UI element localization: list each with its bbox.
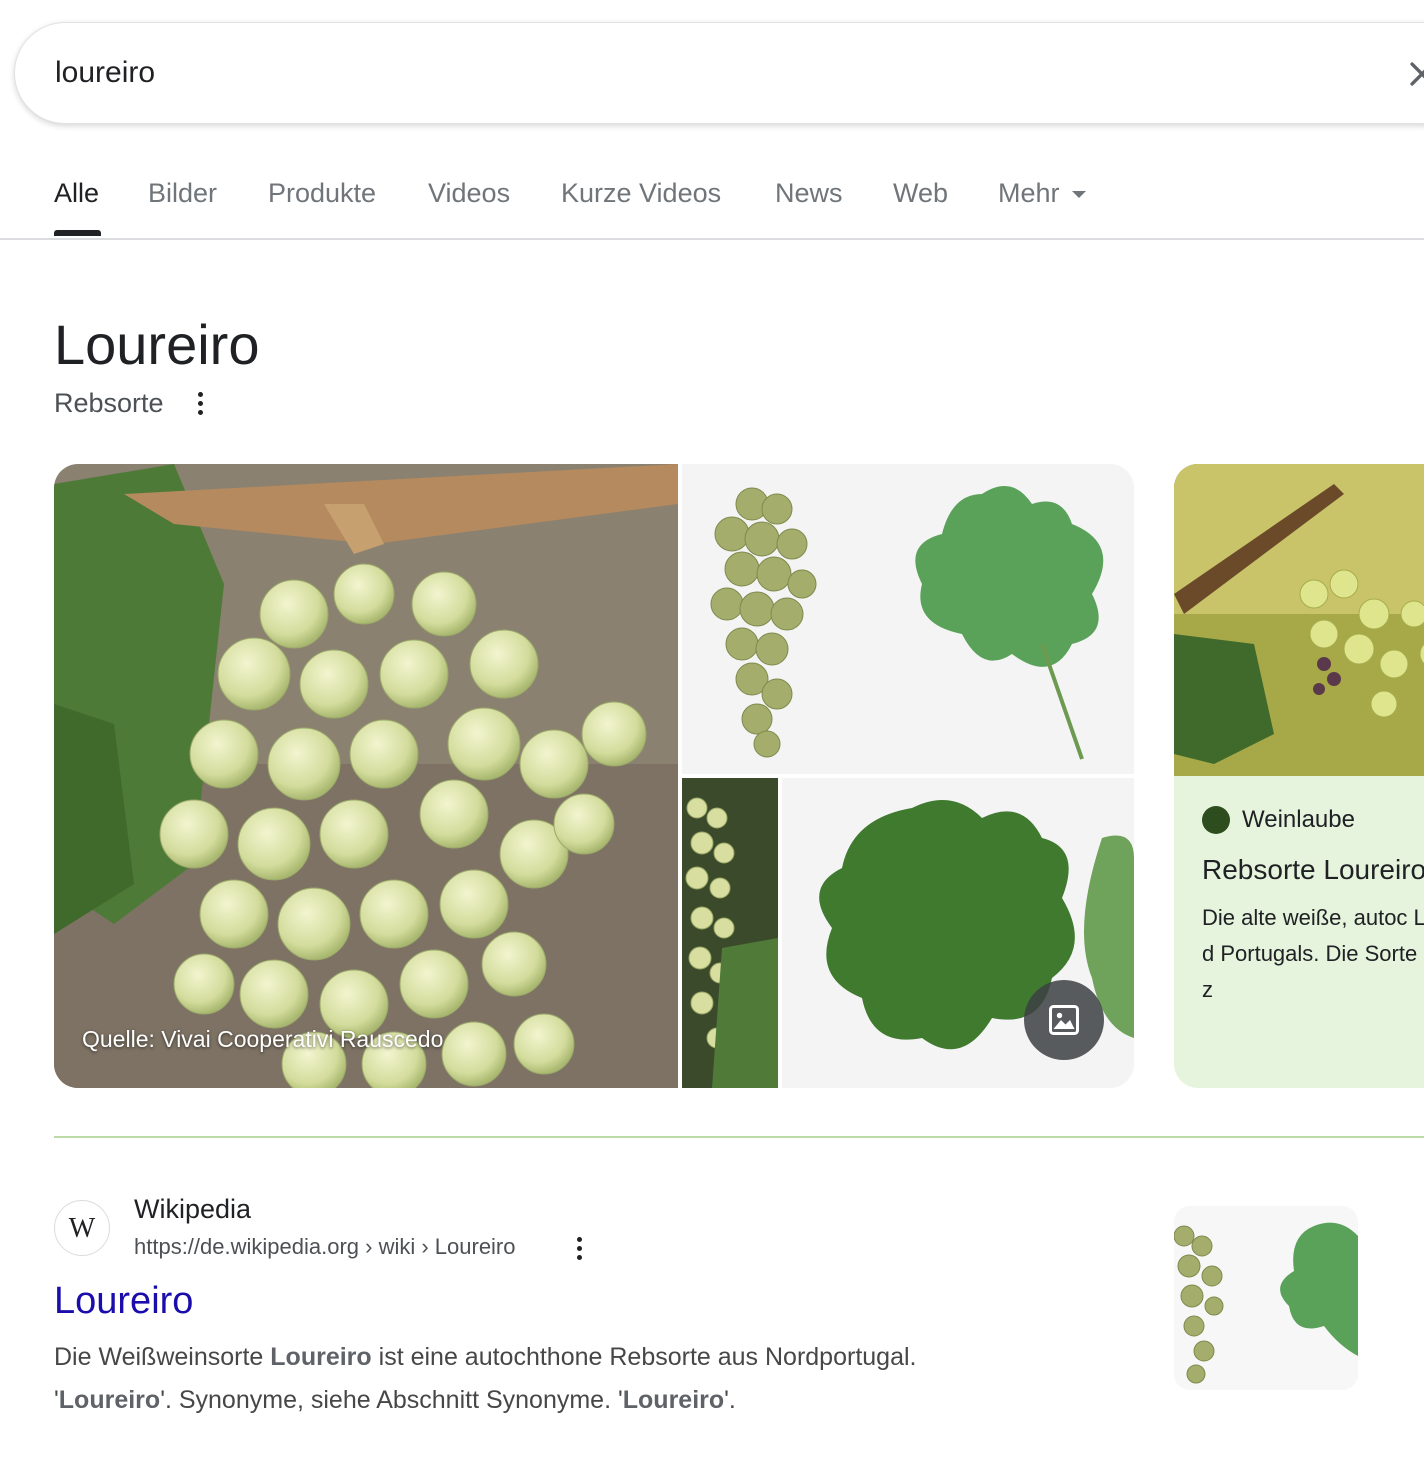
tab-mehr[interactable]: Mehr bbox=[998, 178, 1086, 209]
more-images-button[interactable] bbox=[1024, 980, 1104, 1060]
card-title: Rebsorte Loureiro bbox=[1202, 854, 1424, 885]
result-snippet: Die Weißweinsorte Loureiro ist eine auto… bbox=[54, 1336, 1134, 1422]
close-icon[interactable] bbox=[1405, 57, 1424, 91]
search-input[interactable] bbox=[55, 51, 1255, 95]
tab-web[interactable]: Web bbox=[893, 178, 948, 209]
card-text: Die alte weiße, autoc Loureiro kommt aus… bbox=[1202, 905, 1424, 1002]
result-site-name[interactable]: Wikipedia bbox=[134, 1194, 251, 1225]
entity-subtitle: Rebsorte bbox=[54, 388, 164, 418]
snippet-highlight: Loureiro bbox=[270, 1343, 372, 1371]
tab-news[interactable]: News bbox=[775, 178, 843, 209]
tab-mehr-label: Mehr bbox=[998, 178, 1060, 208]
grape-cluster-image[interactable] bbox=[54, 464, 678, 1088]
result-title-link[interactable]: Loureiro bbox=[54, 1280, 193, 1323]
snippet-text: ist eine autochthone Rebsorte aus Nordpo… bbox=[371, 1343, 917, 1371]
tab-alle[interactable]: Alle bbox=[54, 178, 99, 209]
search-tabs: Alle Bilder Produkte Videos Kurze Videos… bbox=[0, 150, 1424, 240]
grape-and-leaf-image[interactable] bbox=[682, 464, 1134, 774]
vineyard-grapes-image bbox=[1174, 464, 1424, 776]
result-thumbnail[interactable] bbox=[1174, 1206, 1358, 1390]
card-source-name: Weinlaube bbox=[1242, 806, 1355, 833]
grape-vine-image[interactable] bbox=[682, 778, 778, 1088]
snippet-text: Die Weißweinsorte bbox=[54, 1343, 271, 1371]
tab-bilder[interactable]: Bilder bbox=[148, 178, 217, 209]
snippet-text: '. bbox=[724, 1386, 736, 1414]
tab-videos[interactable]: Videos bbox=[428, 178, 510, 209]
tab-kurze-videos[interactable]: Kurze Videos bbox=[561, 178, 721, 209]
tab-produkte[interactable]: Produkte bbox=[268, 178, 376, 209]
source-card-weinlaube[interactable]: Weinlaube Rebsorte Loureiro Die alte wei… bbox=[1174, 464, 1424, 1088]
image-icon bbox=[1049, 1005, 1079, 1035]
snippet-text: '. Synonyme, siehe Abschnitt Synonyme. ' bbox=[160, 1386, 623, 1414]
card-source: Weinlaube bbox=[1202, 806, 1355, 834]
page-title: Loureiro bbox=[54, 313, 260, 376]
image-grid: Quelle: Vivai Cooperativi Rauscedo bbox=[54, 464, 1134, 1088]
result-more-options-icon[interactable] bbox=[577, 1237, 585, 1264]
snippet-highlight: Loureiro bbox=[58, 1386, 161, 1414]
result-url[interactable]: https://de.wikipedia.org › wiki › Lourei… bbox=[134, 1234, 516, 1260]
active-tab-indicator bbox=[54, 230, 101, 236]
weinlaube-logo-icon bbox=[1202, 806, 1230, 834]
snippet-highlight: Loureiro bbox=[622, 1386, 725, 1414]
wikipedia-favicon: W bbox=[54, 1200, 110, 1256]
chevron-down-icon bbox=[1071, 191, 1086, 199]
wikipedia-logo-letter: W bbox=[68, 1213, 96, 1244]
section-divider bbox=[54, 1136, 1424, 1138]
image-caption: Quelle: Vivai Cooperativi Rauscedo bbox=[82, 1026, 444, 1052]
more-options-icon[interactable] bbox=[198, 392, 206, 419]
search-bar bbox=[14, 22, 1424, 124]
